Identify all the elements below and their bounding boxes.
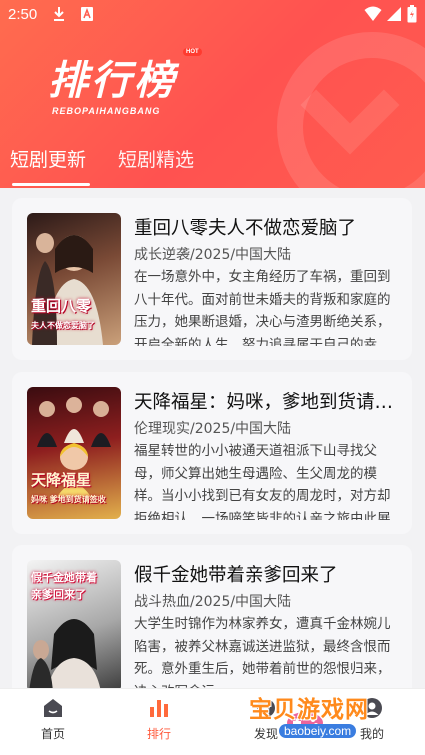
status-bar: 2:50	[0, 0, 425, 30]
drama-cover-image[interactable]: 天降福星 妈咪 爹地到货请签收	[27, 387, 121, 519]
watermark-url: baobeiy.com	[279, 724, 357, 738]
cover-title: 天降福星 妈咪 爹地到货请签收	[31, 472, 117, 505]
page-title: 排行榜	[48, 58, 177, 104]
drama-list[interactable]: 重回八零 夫人不做恋爱脑了 重回八零夫人不做恋爱脑了 成长逆袭/2025/中国大…	[0, 188, 425, 688]
wifi-icon	[364, 6, 382, 26]
drama-meta: 伦理现实/2025/中国大陆	[134, 421, 292, 437]
nav-ranking[interactable]: 排行	[124, 697, 194, 742]
cover-title-sub: 夫人不做恋爱脑了	[31, 320, 95, 330]
drama-card[interactable]: 天降福星 妈咪 爹地到货请签收 天降福星：妈咪，爹地到货请签收 伦理现实/202…	[12, 372, 412, 534]
cover-title-main: 重回八零	[31, 297, 92, 315]
nav-ranking-label: 排行	[146, 727, 171, 741]
cover-title-main: 假千金她带着	[31, 571, 97, 584]
ranking-header: 2:50 排行榜 HOT REBOPAIHANGBANG 短剧更新 短剧精选	[0, 0, 425, 188]
drama-card[interactable]: 重回八零 夫人不做恋爱脑了 重回八零夫人不做恋爱脑了 成长逆袭/2025/中国大…	[12, 198, 412, 360]
home-icon	[42, 697, 64, 719]
page-subtitle: REBOPAIHANGBANG	[52, 106, 161, 116]
chart-bars-icon	[148, 697, 170, 719]
drama-cover-image[interactable]: 重回八零 夫人不做恋爱脑了	[27, 213, 121, 345]
nav-home[interactable]: 首页	[18, 697, 88, 742]
hot-badge: HOT	[183, 48, 202, 56]
status-time: 2:50	[8, 6, 38, 23]
tab-drama-updates[interactable]: 短剧更新	[10, 145, 86, 172]
drama-title[interactable]: 天降福星：妈咪，爹地到货请签收	[134, 388, 400, 414]
drama-description: 在一场意外中，女主角经历了车祸，重回到八十年代。面对前世未婚夫的背叛和家庭的压力…	[134, 269, 391, 346]
drama-description: 大学生时锦作为林家养女，遭真千金林婉儿陷害，被养父林嘉诚送进监狱，最终含恨而死。…	[134, 616, 391, 688]
drama-card[interactable]: 假千金她带着 亲爹回来了 假千金她带着亲爹回来了 战斗热血/2025/中国大陆 …	[12, 545, 412, 688]
drama-title[interactable]: 重回八零夫人不做恋爱脑了	[134, 214, 400, 240]
watermark-text: 宝贝游戏网	[249, 697, 369, 723]
drama-description: 福星转世的小小被通天道祖派下山寻找父母，师父算出她生母遇险、生父周龙的模样。当小…	[134, 443, 391, 520]
cover-title-sub: 亲爹回来了	[31, 587, 86, 601]
cover-title-sub: 妈咪 爹地到货请签收	[31, 494, 106, 504]
nav-home-label: 首页	[40, 727, 65, 741]
drama-cover-image[interactable]: 假千金她带着 亲爹回来了	[27, 560, 121, 688]
drama-title[interactable]: 假千金她带着亲爹回来了	[134, 561, 400, 587]
site-watermark: 宝贝游戏网 baobeiy.com	[247, 690, 397, 750]
drama-meta: 成长逆袭/2025/中国大陆	[134, 247, 292, 263]
category-tabs: 短剧更新 短剧精选	[0, 145, 425, 187]
cover-title: 重回八零 夫人不做恋爱脑了	[31, 298, 117, 331]
tab-drama-picks[interactable]: 短剧精选	[118, 145, 194, 172]
a-icon	[80, 6, 94, 26]
active-tab-indicator	[12, 183, 90, 186]
signal-icon	[386, 6, 402, 26]
cover-title-main: 天降福星	[31, 471, 92, 489]
battery-icon	[407, 5, 417, 27]
cover-title: 假千金她带着 亲爹回来了	[31, 568, 117, 601]
download-icon	[52, 6, 66, 26]
drama-meta: 战斗热血/2025/中国大陆	[134, 594, 292, 610]
